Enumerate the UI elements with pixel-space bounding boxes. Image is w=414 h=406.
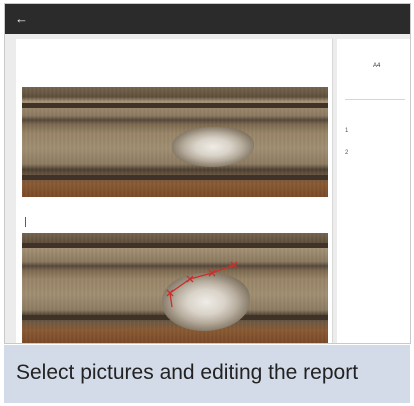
image-list-filename [354,125,407,143]
image-list-item[interactable]: 1 [345,125,407,143]
paper-size-value[interactable]: A4 [373,63,380,69]
image-list-index: 1 [345,128,349,134]
defect-region [172,127,254,167]
inspection-image-2[interactable] [22,233,328,343]
back-arrow-icon[interactable]: ← [15,11,28,27]
settings-sidebar: A4 1 2 [337,39,410,343]
report-preview[interactable] [16,39,333,343]
app-window: ← A4 1 2 [4,3,411,344]
title-bar: ← [5,4,410,34]
inspection-image-1[interactable] [22,87,328,197]
image-caption [24,199,324,209]
text-cursor [25,217,26,227]
image-list-index: 2 [345,150,349,156]
caption-text: Select pictures and editing the report [16,361,359,384]
measurement-line [169,264,235,294]
image-list-item[interactable]: 2 [345,147,407,165]
image-list-filename [354,147,407,165]
divider [345,99,405,100]
image-texture-band [22,175,328,180]
image-texture-band [22,103,328,108]
measurement-annotation[interactable] [22,233,328,343]
caption-banner: Select pictures and editing the report [4,345,410,403]
